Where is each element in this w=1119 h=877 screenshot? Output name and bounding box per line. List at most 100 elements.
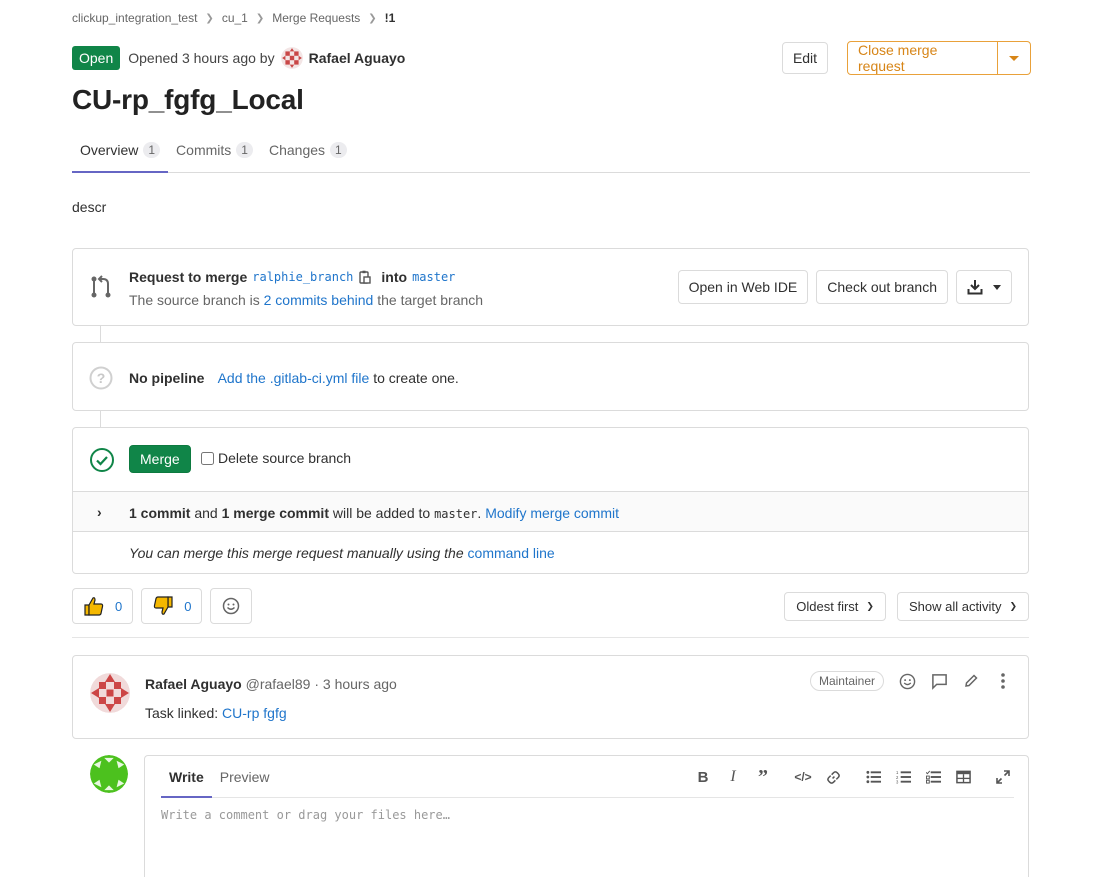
tab-changes[interactable]: Changes 1 — [261, 128, 355, 172]
activity-filter-dropdown[interactable]: Show all activity ❯ — [896, 592, 1029, 621]
download-icon — [967, 280, 983, 295]
tab-label: Changes — [268, 142, 326, 158]
no-pipeline-label: No pipeline — [129, 370, 205, 386]
author-link[interactable]: Rafael Aguayo — [309, 50, 406, 66]
bullet-list-icon[interactable] — [864, 768, 882, 786]
copy-branch-icon[interactable] — [359, 270, 372, 284]
activity-filter-label: Show all activity — [908, 599, 1002, 614]
commits-behind-link[interactable]: 2 commits behind — [264, 292, 374, 308]
sort-order-label: Oldest first — [796, 599, 859, 614]
tab-label: Commits — [176, 142, 232, 158]
caret-down-icon — [1009, 55, 1019, 61]
svg-text:?: ? — [97, 370, 106, 386]
and-label: and — [194, 505, 218, 521]
close-merge-request-button[interactable]: Close merge request — [848, 42, 998, 74]
caret-down-icon — [993, 284, 1001, 290]
add-reaction-icon[interactable] — [898, 672, 916, 690]
thumbs-down-count: 0 — [184, 598, 192, 614]
code-icon[interactable]: </> — [794, 768, 812, 786]
chevron-down-icon: ❯ — [866, 601, 874, 611]
into-label: into — [381, 269, 408, 285]
pipeline-suffix: to create one. — [373, 370, 459, 386]
breadcrumb-mr-id[interactable]: !1 — [385, 11, 396, 25]
edit-button[interactable]: Edit — [782, 42, 828, 74]
fullscreen-icon[interactable] — [994, 768, 1012, 786]
comment-input[interactable] — [161, 808, 1014, 877]
source-branch-link[interactable]: ralphie_branch — [252, 270, 353, 284]
quote-icon[interactable]: ” — [754, 766, 772, 788]
merge-commits-summary[interactable]: › 1 commit and 1 merge commit will be ad… — [73, 491, 1028, 532]
thumbs-down-button[interactable]: 0 — [141, 588, 203, 624]
smiley-icon — [223, 597, 240, 615]
merge-commit-count: 1 merge commit — [221, 505, 329, 521]
tab-overview[interactable]: Overview 1 — [72, 128, 169, 173]
note-author[interactable]: Rafael Aguayo — [145, 676, 242, 692]
target-branch: master — [434, 507, 478, 521]
delete-source-branch-option[interactable]: Delete source branch — [201, 450, 351, 466]
delete-source-branch-checkbox[interactable] — [201, 451, 214, 465]
note-item: Rafael Aguayo @rafael89 · 3 hours ago Ta… — [72, 655, 1029, 739]
branch-status: The source branch is 2 commits behind th… — [129, 292, 483, 308]
timeline-connector — [100, 326, 101, 342]
chevron-right-icon: ❯ — [205, 12, 214, 24]
command-line-link[interactable]: command line — [468, 545, 555, 561]
merge-actions: Merge Delete source branch — [73, 428, 1028, 491]
thumbs-down-icon — [154, 596, 173, 615]
author-avatar[interactable] — [280, 47, 303, 69]
merge-request-icon — [89, 274, 113, 303]
note-time[interactable]: 3 hours ago — [323, 676, 397, 692]
task-link[interactable]: CU-rp fgfg — [222, 705, 287, 721]
thumbs-up-count: 0 — [115, 598, 123, 614]
close-options-dropdown[interactable] — [998, 42, 1030, 74]
note-actions: Maintainer — [809, 671, 1012, 691]
italic-icon[interactable]: I — [724, 768, 742, 786]
divider — [72, 637, 1029, 638]
task-list-icon[interactable] — [924, 768, 942, 786]
numbered-list-icon[interactable]: 123 — [894, 768, 912, 786]
tab-preview[interactable]: Preview — [212, 756, 278, 797]
timeline-connector — [100, 411, 101, 427]
add-gitlab-ci-link[interactable]: Add the .gitlab-ci.yml file — [218, 370, 370, 386]
table-icon[interactable] — [954, 768, 972, 786]
tab-count: 1 — [236, 142, 253, 158]
more-actions-icon[interactable] — [994, 672, 1012, 690]
added-to-label: will be added to — [332, 505, 431, 521]
bold-icon[interactable]: B — [694, 768, 712, 786]
modify-merge-commit-link[interactable]: Modify merge commit — [485, 505, 619, 521]
breadcrumb: clickup_integration_test ❯ cu_1 ❯ Merge … — [72, 11, 395, 25]
note-username[interactable]: @rafael89 — [246, 676, 311, 692]
link-icon[interactable] — [824, 768, 842, 786]
sort-order-dropdown[interactable]: Oldest first ❯ — [784, 592, 886, 621]
current-user-avatar[interactable] — [90, 755, 128, 793]
award-emoji-bar: 0 0 — [72, 588, 253, 624]
tab-write[interactable]: Write — [161, 756, 212, 798]
target-branch-link[interactable]: master — [412, 270, 455, 284]
pipeline-card: ? No pipeline Add the .gitlab-ci.yml fil… — [72, 342, 1029, 411]
manual-merge-text: You can merge this merge request manuall… — [129, 545, 464, 561]
discussion-filters: Oldest first ❯ Show all activity ❯ — [784, 592, 1029, 621]
note-header: Rafael Aguayo @rafael89 · 3 hours ago — [145, 676, 397, 692]
role-badge: Maintainer — [809, 671, 884, 691]
merge-commits-text: 1 commit and 1 merge commit will be adde… — [129, 505, 620, 521]
tab-commits[interactable]: Commits 1 — [168, 128, 261, 172]
thumbs-up-icon — [84, 597, 104, 616]
edit-pencil-icon[interactable] — [962, 672, 980, 690]
svg-text:3: 3 — [896, 780, 899, 784]
note-body: Task linked: CU-rp fgfg — [145, 705, 287, 721]
note-author-avatar[interactable] — [90, 673, 130, 713]
chevron-right-icon[interactable]: › — [97, 504, 102, 520]
thumbs-up-button[interactable]: 0 — [72, 588, 134, 624]
check-out-branch-button[interactable]: Check out branch — [816, 270, 948, 304]
reply-icon[interactable] — [930, 672, 948, 690]
breadcrumb-project[interactable]: clickup_integration_test — [72, 11, 197, 25]
close-mr-button-group: Close merge request — [847, 41, 1031, 75]
breadcrumb-merge-requests[interactable]: Merge Requests — [272, 11, 360, 25]
status-prefix: The source branch is — [129, 292, 260, 308]
download-dropdown-button[interactable] — [956, 270, 1012, 304]
status-suffix: the target branch — [377, 292, 484, 308]
open-web-ide-button[interactable]: Open in Web IDE — [677, 270, 809, 304]
breadcrumb-subgroup[interactable]: cu_1 — [222, 11, 248, 25]
pipeline-text: No pipeline Add the .gitlab-ci.yml file … — [129, 370, 459, 386]
merge-button[interactable]: Merge — [129, 445, 191, 473]
add-reaction-button[interactable] — [210, 588, 253, 624]
